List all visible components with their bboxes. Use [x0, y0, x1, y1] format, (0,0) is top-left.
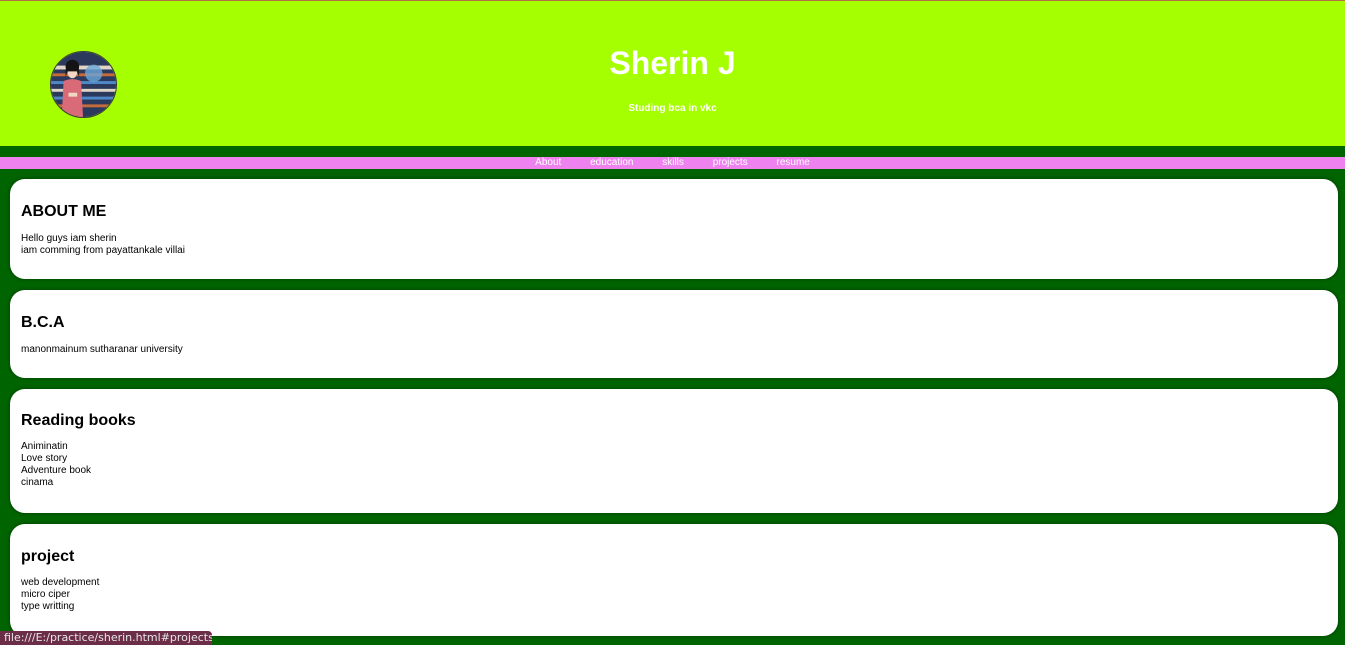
about-heading: ABOUT ME: [21, 203, 107, 220]
site-title: Sherin J: [609, 45, 736, 81]
skills-line: Animinatin: [21, 441, 68, 452]
education-section: B.C.A manonmainum sutharanar university: [10, 290, 1338, 378]
site-subtitle: Studing bca in vkc: [628, 103, 717, 114]
about-line: Hello guys iam sherin: [21, 233, 117, 244]
skills-heading: Reading books: [21, 412, 136, 429]
nav-link-skills[interactable]: skills: [662, 157, 684, 168]
projects-line: micro ciper: [21, 589, 70, 600]
nav-link-resume[interactable]: resume: [776, 157, 809, 168]
header-divider: [0, 146, 1345, 157]
about-line: iam comming from payattankale villai: [21, 245, 185, 256]
skills-line: Love story: [21, 453, 68, 464]
education-heading: B.C.A: [21, 314, 65, 331]
education-line: manonmainum sutharanar university: [21, 344, 183, 355]
nav-link-projects[interactable]: projects: [713, 157, 748, 168]
link-status-bar: file:///E:/practice/sherin.html#projects: [0, 631, 212, 645]
projects-line: type writting: [21, 601, 75, 612]
main-nav: About education skills projects resume: [0, 157, 1345, 169]
projects-line: web development: [21, 577, 100, 588]
site-header: Sherin J Studing bca in vkc: [0, 1, 1345, 146]
skills-section: Reading books Animinatin Love story Adve…: [10, 389, 1338, 513]
nav-link-education[interactable]: education: [590, 157, 633, 168]
projects-heading: project: [21, 548, 75, 565]
nav-link-about[interactable]: About: [535, 157, 561, 168]
about-section: ABOUT ME Hello guys iam sherin iam commi…: [10, 179, 1338, 279]
main-content: ABOUT ME Hello guys iam sherin iam commi…: [0, 169, 1345, 636]
projects-section: project web development micro ciper type…: [10, 524, 1338, 636]
skills-line: Adventure book: [21, 465, 92, 476]
skills-line: cinama: [21, 477, 54, 488]
